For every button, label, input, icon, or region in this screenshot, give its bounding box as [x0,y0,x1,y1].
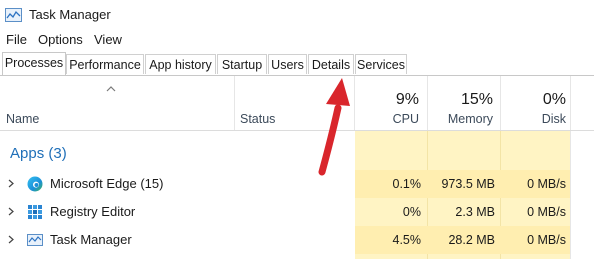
process-row[interactable]: Task Manager 4.5% 28.2 MB 0 MB/s [0,226,594,254]
tab-details[interactable]: Details [308,54,354,74]
process-name: Task Manager [50,232,132,247]
menu-options[interactable]: Options [38,32,83,47]
column-header: Name Status 9% CPU 15% Memory 0% Disk [0,76,594,131]
disk-value: 0 MB/s [527,205,566,219]
cpu-percent: 9% [395,91,419,108]
tab-performance[interactable]: Performance [66,54,144,74]
tab-startup[interactable]: Startup [217,54,267,74]
column-memory[interactable]: Memory [448,112,493,126]
window-title: Task Manager [29,7,111,22]
disk-value: 0 MB/s [527,177,566,191]
column-divider [500,76,501,130]
chevron-right-icon[interactable] [8,179,14,188]
tab-app-history[interactable]: App history [145,54,216,74]
column-name[interactable]: Name [6,112,39,126]
tab-services[interactable]: Services [355,54,407,74]
group-header-apps: Apps (3) [10,145,67,162]
cpu-value: 0% [402,205,421,219]
task-manager-icon [27,234,43,246]
column-disk[interactable]: Disk [542,112,566,126]
disk-percent: 0% [542,91,566,108]
process-list: Apps (3) Microsoft Edge (15) 0.1% 973.5 … [0,131,594,259]
tab-users[interactable]: Users [268,54,307,74]
column-divider [427,76,428,130]
column-divider [570,76,571,130]
menu-view[interactable]: View [94,32,122,47]
memory-value: 2.3 MB [455,205,495,219]
process-name: Registry Editor [50,204,136,219]
column-status[interactable]: Status [240,112,275,126]
sort-ascending-icon[interactable] [106,86,116,92]
disk-value: 0 MB/s [527,233,566,247]
menu-file[interactable]: File [6,32,27,47]
title-bar: Task Manager [0,0,594,28]
column-cpu[interactable]: CPU [393,112,419,126]
task-manager-icon [5,8,22,22]
chevron-right-icon[interactable] [8,235,14,244]
registry-editor-icon [28,205,42,219]
cpu-value: 4.5% [392,233,422,247]
memory-value: 973.5 MB [441,177,495,191]
memory-percent: 15% [460,91,493,108]
tab-processes[interactable]: Processes [2,52,66,75]
process-row[interactable]: Microsoft Edge (15) 0.1% 973.5 MB 0 MB/s [0,170,594,198]
process-name: Microsoft Edge (15) [50,176,164,191]
chevron-right-icon[interactable] [8,207,14,216]
tab-strip: Processes Performance App history Startu… [0,52,594,76]
edge-icon [27,176,43,192]
process-row[interactable]: Registry Editor 0% 2.3 MB 0 MB/s [0,198,594,226]
cpu-value: 0.1% [392,177,422,191]
memory-value: 28.2 MB [448,233,495,247]
column-divider [234,76,235,130]
column-divider [354,76,355,130]
